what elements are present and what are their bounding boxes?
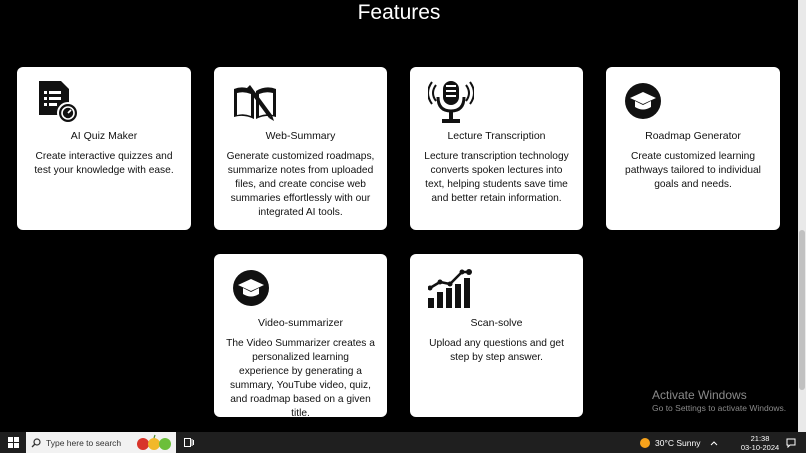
chevron-up-icon xyxy=(710,440,718,445)
watermark-subtitle: Go to Settings to activate Windows. xyxy=(652,403,787,413)
graduation-cap-icon xyxy=(232,266,278,312)
clock-date: 03-10-2024 xyxy=(740,442,780,452)
scrollbar-thumb[interactable] xyxy=(799,230,805,390)
search-placeholder: Type here to search xyxy=(46,437,122,448)
feature-card-ai-quiz-maker[interactable]: AI Quiz Maker Create interactive quizzes… xyxy=(17,67,191,230)
feature-title: AI Quiz Maker xyxy=(70,130,138,142)
feature-title: Roadmap Generator xyxy=(645,130,741,142)
task-view-button[interactable] xyxy=(182,432,196,453)
watermark-title: Activate Windows xyxy=(652,388,747,402)
feature-card-web-summary[interactable]: Web-Summary Generate customized roadmaps… xyxy=(214,67,387,230)
graduation-cap-icon xyxy=(624,79,670,125)
feature-title: Lecture Transcription xyxy=(447,130,546,142)
show-hidden-icons-button[interactable] xyxy=(708,432,720,453)
feature-description: Generate customized roadmaps, summarize … xyxy=(226,151,375,218)
quiz-document-icon xyxy=(35,79,81,125)
feature-description: Lecture transcription technology convert… xyxy=(424,151,569,204)
feature-description: Upload any questions and get step by ste… xyxy=(429,338,564,363)
taskbar-clock[interactable]: 21:38 03-10-2024 xyxy=(738,432,782,453)
feature-card-scan-solve[interactable]: Scan-solve Upload any questions and get … xyxy=(410,254,583,417)
page-title: Features xyxy=(357,1,441,24)
taskbar-search-box[interactable]: Type here to search xyxy=(26,432,176,453)
microphone-icon xyxy=(428,79,474,125)
feature-card-roadmap-generator[interactable]: Roadmap Generator Create customized lear… xyxy=(606,67,780,230)
bar-chart-icon xyxy=(428,266,474,312)
windows-taskbar: Type here to search 30°C Sunny 21:38 03-… xyxy=(0,432,806,453)
weather-text: 30°C Sunny xyxy=(655,437,701,448)
feature-title: Video-summarizer xyxy=(258,317,343,329)
feature-title: Scan-solve xyxy=(470,317,523,329)
feature-card-lecture-transcription[interactable]: Lecture Transcription Lecture transcript… xyxy=(410,67,583,230)
clock-time: 21:38 xyxy=(750,433,770,443)
feature-card-video-summarizer[interactable]: Video-summarizer The Video Summarizer cr… xyxy=(214,254,387,419)
page-scrollbar[interactable] xyxy=(798,0,806,432)
weather-widget[interactable]: 30°C Sunny xyxy=(640,432,710,453)
task-view-icon xyxy=(184,438,194,447)
book-pencil-icon xyxy=(232,79,278,125)
feature-title: Web-Summary xyxy=(265,130,336,142)
fruit-illustration-icon xyxy=(137,434,171,450)
activate-windows-watermark: Activate Windows Go to Settings to activ… xyxy=(652,388,786,414)
feature-description: The Video Summarizer creates a personali… xyxy=(226,338,375,419)
feature-description: Create interactive quizzes and test your… xyxy=(34,151,174,176)
feature-description: Create customized learning pathways tail… xyxy=(625,151,761,190)
notification-center-button[interactable] xyxy=(784,432,798,453)
search-icon xyxy=(31,437,41,447)
notification-icon xyxy=(786,438,796,448)
sun-icon xyxy=(640,437,650,448)
windows-logo-icon xyxy=(7,437,19,448)
features-page: Features AI Quiz Maker Create interactiv… xyxy=(0,0,798,432)
start-button[interactable] xyxy=(4,432,22,453)
